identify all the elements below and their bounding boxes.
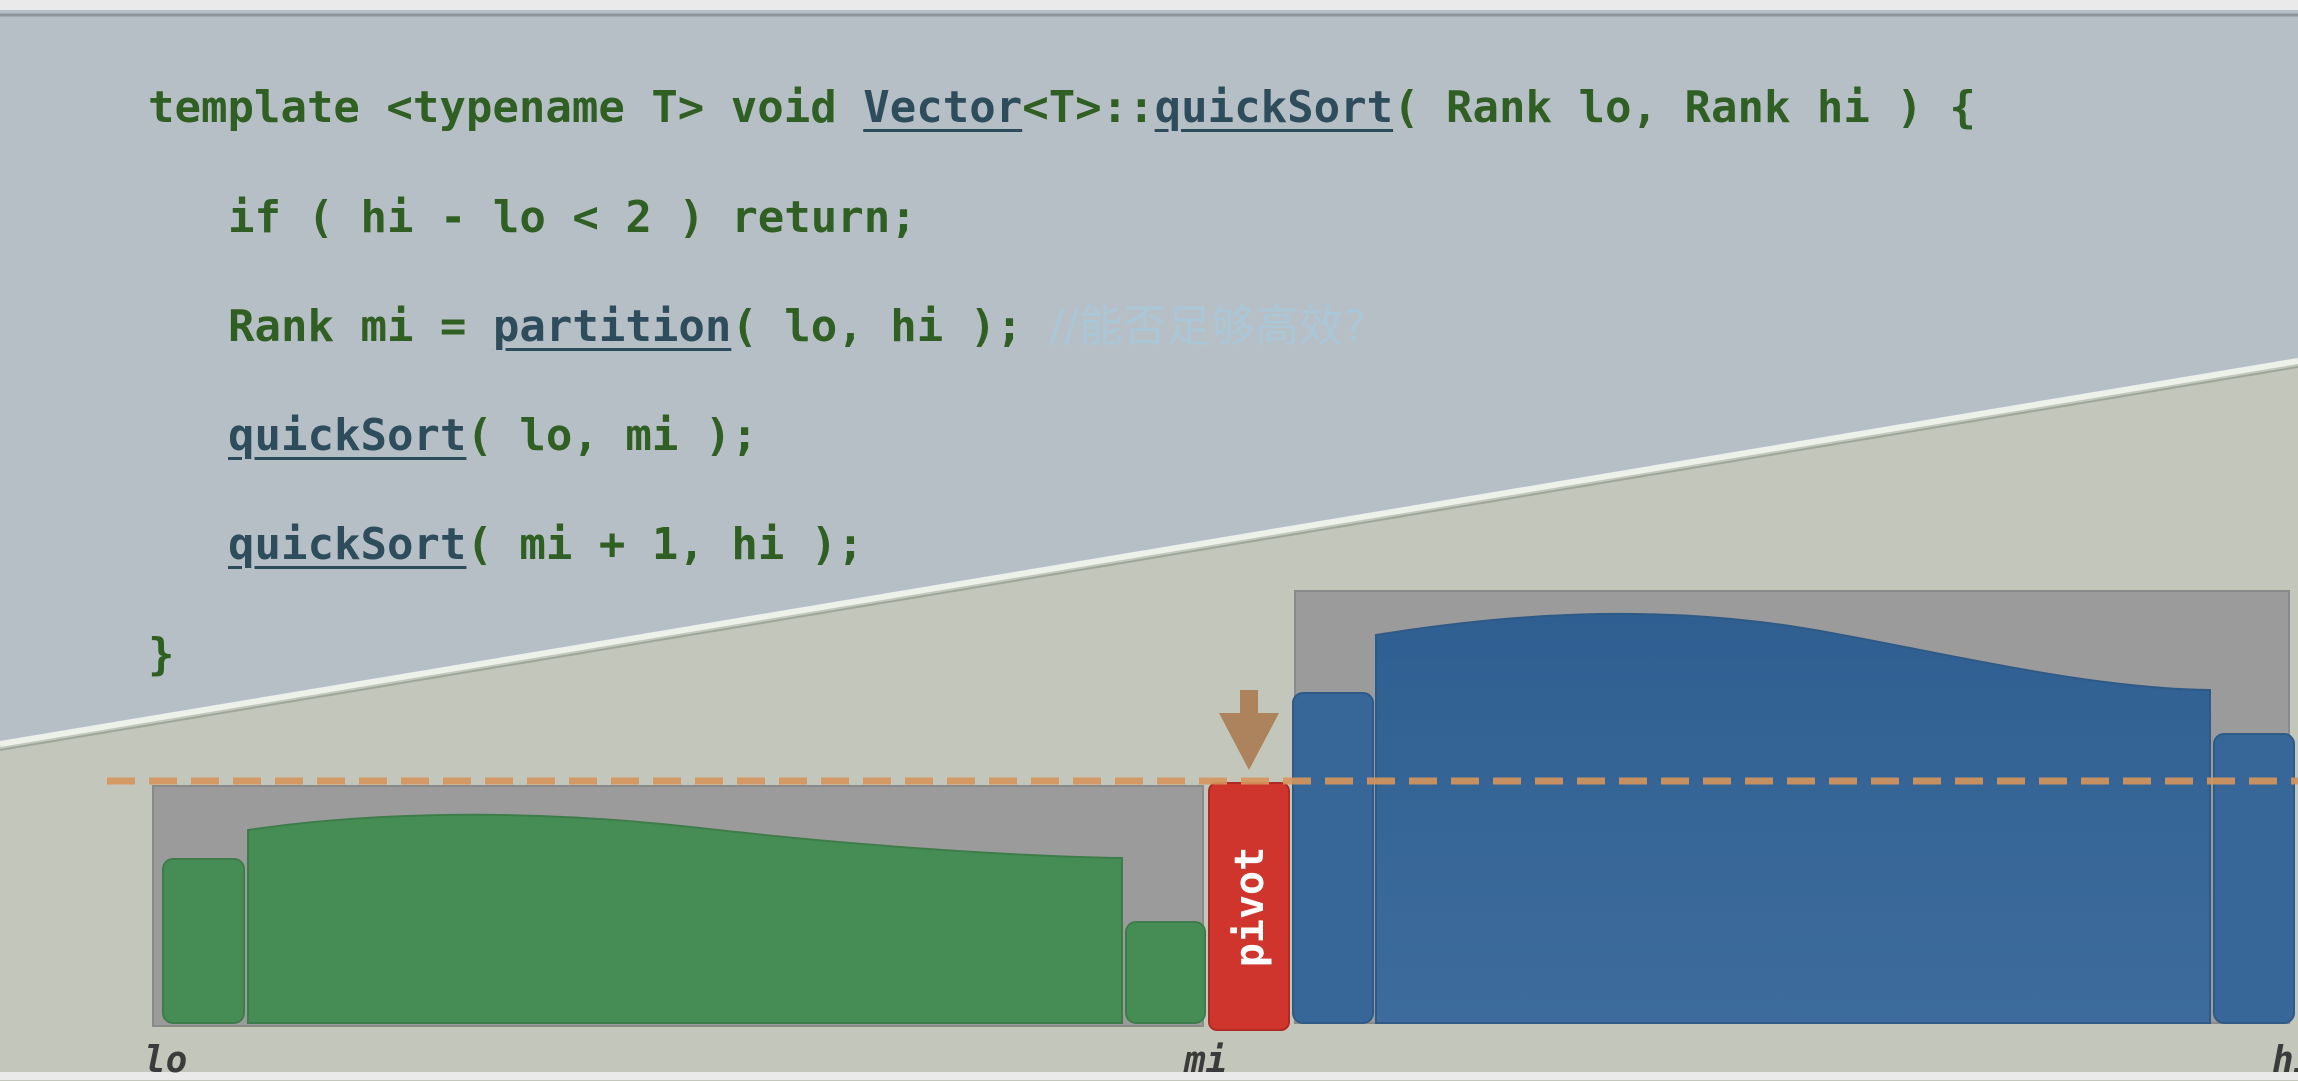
code-closing-brace: } bbox=[148, 629, 175, 680]
right-small-block-start bbox=[1292, 692, 1374, 1024]
left-small-block-start bbox=[162, 858, 245, 1024]
right-small-block-end bbox=[2213, 733, 2295, 1024]
code-base-case: if ( hi - lo < 2 ) return; bbox=[228, 192, 917, 243]
label-hi: hi bbox=[2272, 1040, 2298, 1081]
code-quicksort-left-args: ( lo, mi ); bbox=[466, 410, 758, 461]
code-line-3: Rank mi = partition( lo, hi ); //能否足够高效? bbox=[228, 297, 1366, 357]
code-line-1: template <typename T> void Vector<T>::qu… bbox=[148, 78, 1976, 138]
left-small-block-end bbox=[1125, 921, 1206, 1024]
code-scope: <T>:: bbox=[1022, 82, 1155, 133]
code-line-2: if ( hi - lo < 2 ) return; bbox=[228, 188, 917, 248]
label-mi: mi bbox=[1184, 1040, 1228, 1081]
code-template-signature: template <typename T> void bbox=[148, 82, 864, 133]
code-line-4: quickSort( lo, mi ); bbox=[228, 406, 758, 466]
code-rank-decl: Rank mi = bbox=[228, 301, 493, 352]
code-partition-args: ( lo, hi ); bbox=[731, 301, 1050, 352]
code-method-quicksort: quickSort bbox=[1154, 82, 1394, 133]
code-call-quicksort-right: quickSort bbox=[228, 519, 467, 570]
code-quicksort-right-args: ( mi + 1, hi ); bbox=[466, 519, 864, 570]
label-lo: lo bbox=[144, 1040, 188, 1081]
code-call-quicksort-left: quickSort bbox=[228, 410, 467, 461]
code-line-5: quickSort( mi + 1, hi ); bbox=[228, 515, 864, 575]
code-class-vector: Vector bbox=[863, 82, 1023, 133]
code-params: ( Rank lo, Rank hi ) { bbox=[1393, 82, 1976, 133]
code-call-partition: partition bbox=[492, 301, 732, 352]
code-comment: //能否足够高效? bbox=[1049, 301, 1367, 352]
code-line-6: } bbox=[148, 625, 175, 685]
code-block: template <typename T> void Vector<T>::qu… bbox=[0, 0, 2298, 680]
bottom-border bbox=[0, 1072, 2298, 1080]
pivot-label: pivot bbox=[1227, 847, 1273, 967]
